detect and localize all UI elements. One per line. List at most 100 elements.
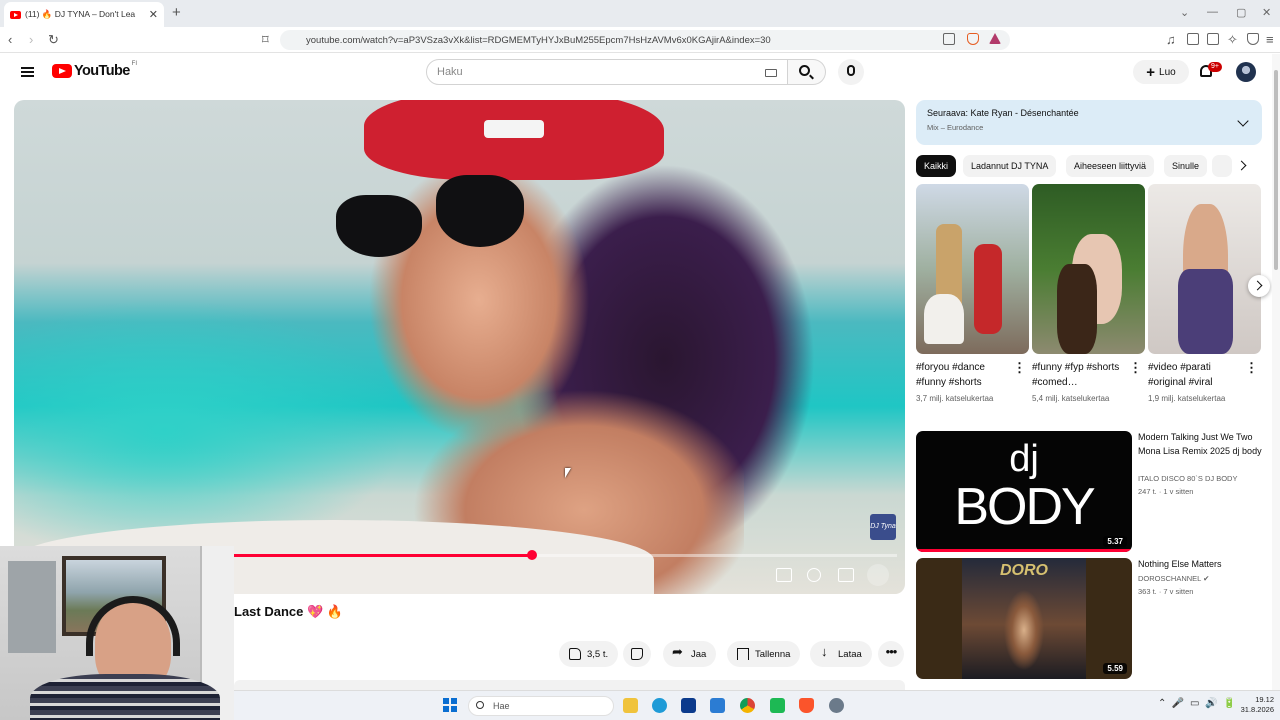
store-icon[interactable] [681, 698, 696, 713]
settings-icon[interactable] [829, 698, 844, 713]
video-player[interactable]: DJ Tyna [14, 100, 905, 594]
scrollbar-thumb[interactable] [1274, 70, 1278, 270]
description-box[interactable] [234, 680, 905, 690]
screen-cast-icon[interactable] [943, 33, 955, 45]
thumbnail-text: BODY [954, 478, 1095, 536]
close-tab-icon[interactable]: ✕ [149, 8, 158, 21]
subtitles-icon[interactable] [776, 568, 792, 582]
address-bar[interactable]: youtube.com/watch?v=aP3VSza3vXk&list=RDG… [280, 30, 1010, 50]
brave-shields-icon[interactable] [967, 33, 979, 45]
channel-name[interactable]: ITALO DISCO 80`S DJ BODY [1138, 472, 1237, 485]
short-figure [1057, 264, 1097, 354]
taskbar-search-input[interactable]: Hae [468, 696, 614, 716]
create-button[interactable]: + Luo [1133, 60, 1189, 84]
edge-icon[interactable] [652, 698, 667, 713]
scrubber-handle[interactable] [526, 550, 537, 560]
more-vert-icon[interactable]: ⋮ [1245, 361, 1258, 374]
short-title[interactable]: #foryou #dance #funny #shorts [916, 360, 1008, 390]
short-figure [974, 244, 1002, 334]
chip-related[interactable]: Aiheeseen liittyviä [1066, 155, 1155, 177]
keyboard-icon[interactable] [765, 69, 777, 77]
tab-list-icon[interactable]: ⌄ [1180, 6, 1189, 19]
sidebar-icon[interactable] [1187, 33, 1199, 45]
up-next-panel[interactable]: Seuraava: Kate Ryan - Désenchantée Mix –… [916, 100, 1262, 145]
search-icon[interactable] [799, 65, 810, 76]
thumbnail-text: DORO [1000, 562, 1048, 579]
youtube-logo[interactable]: YouTube FI [52, 61, 138, 79]
brave-rewards-icon[interactable] [989, 33, 1001, 44]
download-label: Lataa [838, 648, 862, 660]
outlook-icon[interactable] [710, 698, 725, 713]
windows-start-icon[interactable] [443, 698, 457, 712]
share-button[interactable]: Jaa [663, 641, 717, 667]
short-thumbnail[interactable] [1032, 184, 1145, 354]
save-button[interactable]: Tallenna [727, 641, 801, 667]
browser-tab[interactable]: (11) 🔥 DJ TYNA – Don't Lea ✕ [4, 2, 164, 27]
miniplayer-icon[interactable] [838, 568, 854, 582]
channel-watermark[interactable]: DJ Tyna [870, 514, 896, 540]
more-vert-icon[interactable]: ⋮ [1013, 361, 1026, 374]
short-thumbnail[interactable] [1148, 184, 1261, 354]
system-tray[interactable]: ⌃ 🎤 ▭ 🔊 🔋 [1158, 698, 1235, 709]
maximize-icon[interactable]: ▢ [1236, 6, 1246, 19]
more-actions-button[interactable]: ••• [878, 641, 904, 667]
webcam-person-shirt [30, 674, 220, 720]
bookmark-save-icon [737, 648, 749, 660]
chrome-icon[interactable] [740, 698, 755, 713]
video-title-link[interactable]: Modern Talking Just We Two Mona Lisa Rem… [1138, 431, 1266, 458]
duration-badge: 5.37 [1103, 536, 1127, 547]
duration-badge: 5.59 [1103, 663, 1127, 674]
bookmark-icon[interactable]: ⌑ [262, 32, 269, 48]
browser-tab-bar: (11) 🔥 DJ TYNA – Don't Lea ✕ + ⌄ — ▢ ✕ [0, 0, 1280, 27]
vpn-icon[interactable] [1247, 33, 1259, 45]
channel-name[interactable]: DOROSCHANNEL ✔ [1138, 572, 1209, 585]
chevron-right-icon[interactable] [1236, 160, 1247, 171]
album-figure [1004, 590, 1044, 676]
back-icon[interactable]: ‹ [8, 32, 12, 47]
short-figure [1178, 269, 1233, 354]
brave-icon[interactable] [799, 698, 814, 713]
minimize-icon[interactable]: — [1207, 6, 1218, 18]
app-icon[interactable] [770, 698, 785, 713]
close-window-icon[interactable]: ✕ [1262, 6, 1271, 19]
forward-icon[interactable]: › [29, 32, 33, 47]
short-title[interactable]: #video #parati #original #viral [1148, 360, 1240, 390]
mouse-cursor-icon [565, 468, 571, 478]
dislike-button[interactable] [623, 641, 651, 667]
short-title[interactable]: #funny #fyp #shorts #comed… [1032, 360, 1124, 390]
microphone-icon[interactable] [847, 65, 855, 76]
share-icon [672, 644, 685, 660]
browser-menu-icon[interactable]: ≡ [1266, 32, 1274, 47]
video-meta: 247 t. · 1 v sitten [1138, 487, 1194, 496]
fullscreen-icon[interactable] [867, 564, 889, 586]
chip-for-you[interactable]: Sinulle [1164, 155, 1208, 177]
hamburger-menu-icon[interactable] [21, 67, 34, 77]
video-title-link[interactable]: Nothing Else Matters [1138, 558, 1266, 572]
settings-gear-icon[interactable] [807, 568, 821, 582]
playlist-name: Mix – Eurodance [927, 123, 984, 132]
media-icon[interactable]: ♫ [1166, 32, 1176, 47]
region-code: FI [131, 61, 138, 67]
chip-uploaded-by[interactable]: Ladannut DJ TYNA [963, 155, 1057, 177]
more-vert-icon[interactable]: ⋮ [1129, 361, 1142, 374]
shorts-next-button[interactable] [1248, 275, 1270, 297]
download-button[interactable]: Lataa [810, 641, 872, 667]
search-input[interactable]: Haku [426, 59, 788, 85]
video-thumbnail[interactable]: dj BODY 5.37 [916, 431, 1132, 552]
chip-all[interactable]: Kaikki [916, 155, 957, 177]
reload-icon[interactable]: ↻ [48, 32, 59, 48]
video-thumbnail[interactable]: DORO 5.59 [916, 558, 1132, 679]
chip-more[interactable] [1212, 155, 1232, 177]
like-button[interactable]: 3,5 t. [559, 641, 619, 667]
progress-played [233, 554, 532, 557]
extensions-icon[interactable]: ✧ [1227, 32, 1238, 48]
file-explorer-icon[interactable] [623, 698, 638, 713]
download-icon [820, 644, 832, 660]
wallet-icon[interactable] [1207, 33, 1219, 45]
account-avatar[interactable] [1236, 62, 1256, 82]
short-views: 5,4 milj. katselukertaa [1032, 394, 1110, 403]
url-text: youtube.com/watch?v=aP3VSza3vXk&list=RDG… [306, 34, 771, 46]
taskbar-clock[interactable]: 19.12 31.8.2026 [1238, 695, 1274, 715]
short-thumbnail[interactable] [916, 184, 1029, 354]
new-tab-icon[interactable]: + [172, 4, 181, 21]
